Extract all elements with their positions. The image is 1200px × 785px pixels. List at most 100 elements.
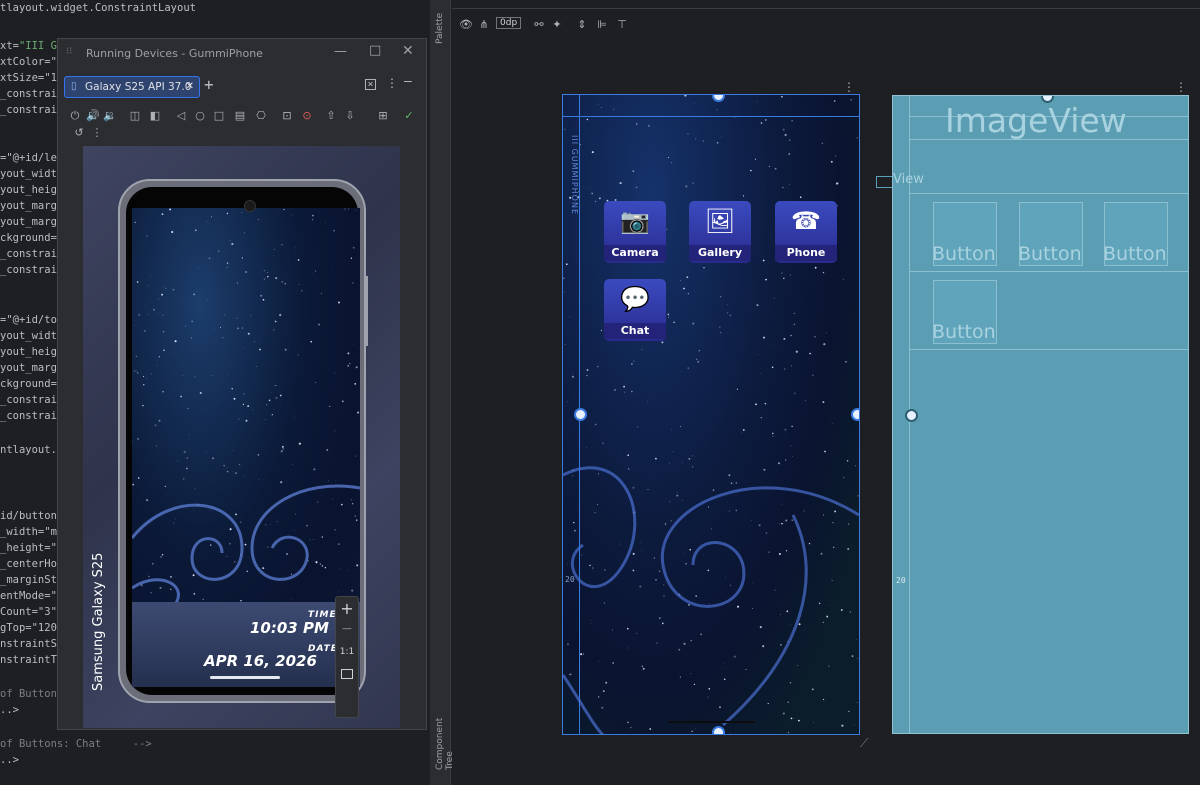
side-tool-strip: Palette Component Tree	[432, 0, 455, 785]
preview-options-icon[interactable]: ⋮	[1175, 80, 1187, 94]
app-icon-gallery[interactable]: 🖼 Gallery	[689, 201, 751, 263]
running-devices-window: ⁝⁝ Running Devices - GummiPhone — □ ✕ ▯ …	[57, 38, 427, 730]
reset-icon[interactable]: ↺	[72, 126, 86, 140]
preview-button[interactable]: Button	[1103, 202, 1168, 266]
fold-icon[interactable]: ▤	[233, 109, 247, 123]
zoom-actual-size-button[interactable]: 1:1	[336, 647, 358, 657]
code-line: of Buttons	[0, 686, 63, 702]
default-margin-field[interactable]: 0dp	[496, 17, 522, 29]
code-line: _height="m	[0, 540, 63, 556]
volume-down-icon[interactable]: 🔉	[103, 109, 117, 123]
screen-record-icon[interactable]: ⊙	[300, 109, 314, 123]
palette-tab[interactable]: Palette	[435, 4, 445, 44]
code-line: _constrain	[0, 246, 63, 262]
home-icon[interactable]: ○	[193, 109, 207, 123]
code-token: _height="m	[0, 542, 64, 554]
gallery-icon: 🖼	[704, 207, 736, 235]
back-icon[interactable]: ◁	[174, 109, 188, 123]
app-label: Chat	[604, 323, 666, 339]
device-icon: ▯	[71, 81, 77, 92]
constraint-handle-bottom[interactable]	[712, 726, 725, 734]
tab-galaxy-s25[interactable]: ▯ Galaxy S25 API 37.0 ✕	[64, 76, 200, 98]
app-icon-phone[interactable]: ☎ Phone	[775, 201, 837, 263]
code-token: ckground="	[0, 232, 64, 244]
volume-up-icon[interactable]: 🔊	[86, 109, 100, 123]
phone-screen[interactable]: TIME 10:03 PM DATE APR 16, 2026	[132, 208, 360, 687]
power-icon[interactable]: ⏻	[68, 109, 82, 123]
tab-close-icon[interactable]: ✕	[186, 77, 194, 97]
minimize-icon[interactable]: —	[334, 44, 347, 59]
zoom-out-button[interactable]: −	[336, 621, 358, 637]
code-token: _constrain	[0, 410, 64, 422]
code-token: xtColor="#	[0, 56, 64, 68]
preview-line	[909, 271, 1188, 272]
add-tab-icon[interactable]: +	[204, 75, 214, 94]
drag-handle-icon[interactable]: ⁝⁝	[66, 46, 72, 57]
code-line: Count="3"	[0, 604, 57, 620]
code-token: yout_margi	[0, 216, 64, 228]
preview-button[interactable]: Button	[1018, 202, 1083, 266]
gamepad-icon[interactable]: ⎔	[254, 109, 268, 123]
constraint-handle-left[interactable]	[574, 408, 587, 421]
guidelines-icon[interactable]: ⊤	[615, 18, 629, 32]
collapse-icon[interactable]: ×	[365, 79, 376, 90]
app-label: Phone	[775, 245, 837, 261]
code-line: xtSize="11	[0, 70, 63, 86]
code-token: ntlayout.	[0, 444, 57, 456]
code-line: _centerHor	[0, 556, 63, 572]
constraint-handle-right[interactable]	[851, 408, 859, 421]
maximize-icon[interactable]: □	[369, 43, 381, 58]
more-options-icon[interactable]: ⋮	[386, 76, 398, 90]
zoom-fit-icon[interactable]	[341, 669, 353, 679]
align-icon[interactable]: ⊫	[595, 18, 609, 32]
code-token: _marginSta	[0, 574, 64, 586]
design-options-icon[interactable]: ⋮	[843, 80, 855, 94]
upload-icon[interactable]: ⇧	[324, 109, 338, 123]
clock-widget: TIME 10:03 PM DATE APR 16, 2026	[132, 602, 360, 687]
code-line: gTop="120d	[0, 620, 63, 636]
screenshot-icon[interactable]: ⊡	[280, 109, 294, 123]
code-token: of Buttons	[0, 688, 64, 700]
code-line: id/button_	[0, 508, 63, 524]
overview-icon[interactable]: □	[212, 109, 226, 123]
zoom-controls: + − 1:1	[335, 596, 359, 718]
infer-constraints-icon[interactable]: ✦	[550, 18, 564, 32]
design-surface[interactable]: III GUMMIPHONE 20 📷 Camera 🖼 Gallery ☎ P…	[562, 94, 860, 735]
app-icon-camera[interactable]: 📷 Camera	[604, 201, 666, 263]
hide-icon[interactable]: —	[404, 74, 412, 89]
eye-icon[interactable]: 👁	[459, 18, 473, 32]
inspect-icon[interactable]: ⊞	[376, 109, 390, 123]
close-icon[interactable]: ✕	[402, 43, 414, 59]
rotate-left-icon[interactable]: ◫	[128, 109, 142, 123]
blueprint-preview[interactable]: ImageView View Button Button Button Butt…	[892, 95, 1189, 734]
component-tree-tab[interactable]: Component Tree	[435, 700, 455, 770]
code-line: yout_heigh	[0, 344, 63, 360]
clear-constraints-icon[interactable]: ⚯	[532, 18, 546, 32]
code-line: _constrain	[0, 392, 63, 408]
code-line: xtColor="#	[0, 54, 63, 70]
download-icon[interactable]: ⇩	[343, 109, 357, 123]
vertical-app-title: III GUMMIPHONE	[570, 135, 579, 216]
window-title-bar[interactable]: ⁝⁝ Running Devices - GummiPhone — □ ✕	[58, 39, 426, 67]
code-token: yout_width	[0, 168, 64, 180]
pack-icon[interactable]: ⇕	[575, 18, 589, 32]
rotate-right-icon[interactable]: ◧	[148, 109, 162, 123]
resize-handle-icon[interactable]: ⟋	[860, 736, 868, 751]
code-line: yout_margi	[0, 214, 63, 230]
preview-button[interactable]: Button	[932, 202, 997, 266]
code-token: gTop="120d	[0, 622, 64, 634]
app-icon-chat[interactable]: 💬 Chat	[604, 279, 666, 341]
check-icon[interactable]: ✓	[402, 109, 416, 123]
magnet-icon[interactable]: ⋔	[477, 18, 491, 32]
overflow-icon[interactable]: ⋮	[90, 126, 104, 140]
code-line: _constrain	[0, 86, 63, 102]
layout-editor-toolbar: 👁 ⋔ 0dp ⚯ ✦ ⇕ ⊫ ⊤	[452, 0, 1200, 36]
code-line: ="@+id/lef	[0, 150, 63, 166]
code-token: id/button_	[0, 510, 64, 522]
code-token: _constrain	[0, 394, 64, 406]
zoom-in-button[interactable]: +	[336, 599, 358, 618]
preview-button[interactable]: Button	[932, 280, 997, 344]
code-line: _constrain	[0, 102, 63, 118]
code-line: ..>	[0, 752, 19, 768]
preview-handle-left[interactable]	[905, 409, 918, 422]
